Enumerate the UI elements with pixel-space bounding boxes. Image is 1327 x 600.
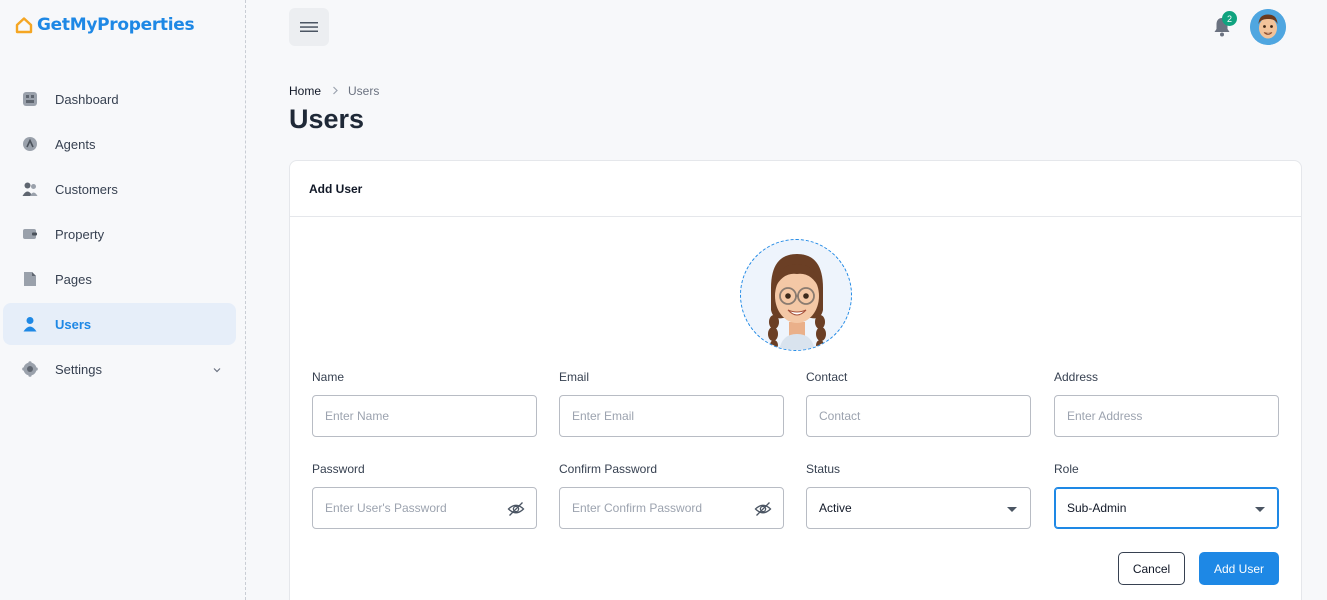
avatar-upload[interactable] [740,239,852,351]
hamburger-icon [300,22,318,32]
email-label: Email [559,370,590,384]
menu-toggle-button[interactable] [289,8,329,46]
add-user-card: Add User Name Enter Name Email Enter Ema… [289,160,1302,600]
breadcrumb-current: Users [348,84,380,98]
eye-off-icon[interactable] [507,500,525,518]
eye-off-icon[interactable] [754,500,772,518]
house-logo-icon [15,17,33,34]
breadcrumb: Home Users [289,84,379,98]
role-label: Role [1054,462,1079,476]
address-input[interactable]: Enter Address [1054,395,1279,437]
property-icon [22,226,38,242]
avatar-girl-icon [768,254,826,350]
dropdown-caret-icon [1007,507,1017,512]
sidebar-item-users[interactable]: Users [3,303,236,345]
sidebar-item-customers[interactable]: Customers [3,168,236,210]
user-avatar[interactable] [1250,9,1286,45]
add-user-button[interactable]: Add User [1199,552,1279,585]
pages-icon [22,271,38,287]
password-label: Password [312,462,365,476]
sidebar-item-pages[interactable]: Pages [3,258,236,300]
sidebar-item-label: Settings [55,361,102,377]
contact-label: Contact [806,370,848,384]
sidebar: GetMyProperties Dashboard Agents Custome… [0,0,246,600]
address-placeholder: Enter Address [1067,409,1143,423]
breadcrumb-home-link[interactable]: Home [289,84,321,98]
page-title: Users [289,104,365,134]
cancel-button[interactable]: Cancel [1118,552,1185,585]
sidebar-item-settings[interactable]: Settings [3,348,236,390]
confirm-password-placeholder: Enter Confirm Password [572,501,703,515]
agent-icon [22,136,38,152]
sidebar-item-label: Agents [55,136,96,152]
sidebar-item-label: Users [55,316,92,332]
status-select[interactable]: Active [806,487,1031,529]
confirm-password-label: Confirm Password [559,462,658,476]
dashboard-icon [22,91,38,107]
confirm-password-input[interactable]: Enter Confirm Password [559,487,784,529]
settings-icon [22,361,38,377]
sidebar-item-label: Pages [55,271,92,287]
email-input[interactable]: Enter Email [559,395,784,437]
notification-count-badge: 2 [1222,11,1237,26]
customers-icon [22,181,38,197]
name-placeholder: Enter Name [325,409,390,423]
status-value: Active [819,501,852,515]
name-input[interactable]: Enter Name [312,395,537,437]
sidebar-item-dashboard[interactable]: Dashboard [3,78,236,120]
role-value: Sub-Admin [1067,501,1127,515]
email-placeholder: Enter Email [572,409,635,423]
name-label: Name [312,370,345,384]
role-select[interactable]: Sub-Admin [1054,487,1279,529]
contact-placeholder: Contact [819,409,861,423]
sidebar-item-label: Property [55,226,105,242]
card-title: Add User [290,161,1301,217]
address-label: Address [1054,370,1099,384]
chevron-right-icon [332,84,339,98]
sidebar-item-label: Dashboard [55,91,119,107]
chevron-down-icon[interactable] [212,362,222,380]
contact-input[interactable]: Contact [806,395,1031,437]
sidebar-item-property[interactable]: Property [3,213,236,255]
user-icon [22,316,38,332]
dropdown-caret-icon [1255,507,1265,512]
avatar-face-icon [1250,9,1286,45]
sidebar-item-label: Customers [55,181,118,197]
password-input[interactable]: Enter User's Password [312,487,537,529]
brand-logo[interactable]: GetMyProperties [15,15,195,35]
brand-name: GetMyProperties [37,15,195,35]
password-placeholder: Enter User's Password [325,501,447,515]
sidebar-item-agents[interactable]: Agents [3,123,236,165]
status-label: Status [806,462,841,476]
